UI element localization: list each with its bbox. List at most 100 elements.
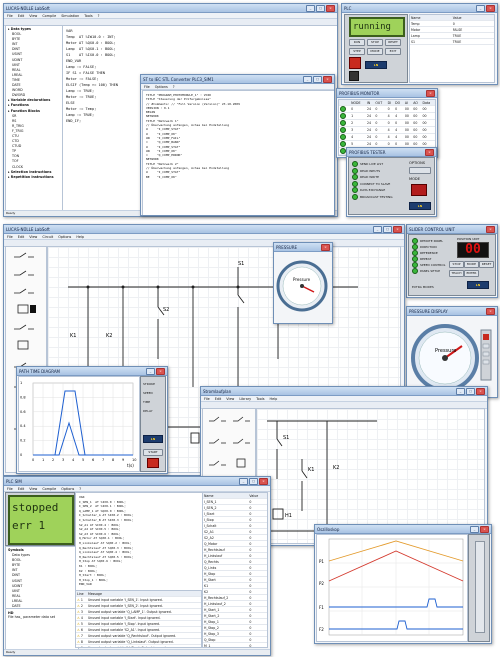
menu-item-library[interactable]: Library [239, 397, 251, 401]
exit-button[interactable]: EXIT [385, 48, 401, 55]
var-declaration-editor[interactable]: VAR I_SEN_1 AT %IX0.0 : BOOL; I_SEN_2 AT %… [75, 492, 208, 594]
menu-item-[interactable]: ? [98, 14, 100, 18]
mode-button[interactable]: MODE [367, 48, 383, 55]
tester-option[interactable]: BROADCAST TESTING [352, 193, 404, 201]
menu-item-options[interactable]: Options [61, 487, 74, 491]
menu-item-view[interactable]: View [29, 14, 37, 18]
menu-item-edit[interactable]: Edit [18, 14, 25, 18]
title-bar[interactable]: Stromlaufplan _ □ × [201, 387, 487, 396]
menu-item-file[interactable]: File [7, 14, 13, 18]
stop-button[interactable]: STOP [449, 261, 464, 268]
title-bar[interactable]: PATH TIME DIAGRAM _ × [17, 367, 167, 376]
minimize-icon[interactable]: _ [146, 367, 155, 375]
maximize-icon[interactable]: □ [383, 225, 392, 233]
close-icon[interactable]: × [259, 477, 268, 485]
menu-item-edit[interactable]: Edit [18, 235, 25, 239]
mode-button[interactable]: MODE [464, 261, 479, 268]
window-title: PRESSURE DISPLAY [409, 308, 448, 314]
close-icon[interactable]: × [486, 307, 495, 315]
run-button[interactable]: RUN [349, 39, 365, 46]
table-cell: 00 [403, 105, 413, 113]
title-bar[interactable]: LUCAS-NÜLLE LabSoft _ □ × [4, 225, 404, 234]
node-row[interactable]: 0 24 0 0 0 00 00 00 [339, 105, 435, 113]
menu-item-view[interactable]: View [29, 487, 37, 491]
maximize-icon[interactable]: □ [313, 75, 322, 83]
title-bar[interactable]: PROFIBUS TESTER × [347, 148, 436, 157]
start-button[interactable]: START [143, 449, 163, 456]
minimize-icon[interactable]: _ [456, 387, 465, 395]
menu-item-file[interactable]: File [204, 397, 210, 401]
title-bar[interactable]: PROFIBUS MONITOR × [337, 89, 437, 98]
close-icon[interactable]: × [326, 4, 335, 12]
menu-item-[interactable]: ? [79, 487, 81, 491]
maximize-icon[interactable]: □ [316, 4, 325, 12]
maximize-icon[interactable]: □ [466, 387, 475, 395]
menu-item-edit[interactable]: Edit [215, 397, 222, 401]
power-switch[interactable] [349, 71, 359, 81]
scroll-handle[interactable] [475, 541, 485, 633]
title-bar[interactable]: PLC _ × [342, 4, 497, 13]
menu-item-options[interactable]: Options [155, 85, 168, 89]
title-bar[interactable]: Oszilloskop _ × [315, 525, 491, 534]
minimize-icon[interactable]: _ [239, 477, 248, 485]
minimize-icon[interactable]: _ [373, 225, 382, 233]
menu-item-options[interactable]: Options [58, 235, 71, 239]
enter-button[interactable]: ENTER [464, 270, 479, 277]
menu-item-tools[interactable]: Tools [84, 14, 92, 18]
close-icon[interactable]: × [486, 225, 495, 233]
table-cell: 0 [248, 642, 267, 647]
close-icon[interactable]: × [393, 225, 402, 233]
menu-item-circuit[interactable]: Circuit [42, 235, 53, 239]
options-button[interactable] [409, 167, 431, 174]
stl-output[interactable]: TITLE "PROGRAM_PHOTOMODULE_1" : VOID TITL… [142, 90, 334, 215]
close-icon[interactable]: × [323, 75, 332, 83]
menu-item-help[interactable]: Help [76, 235, 84, 239]
menu-item-simulation[interactable]: Simulation [61, 14, 79, 18]
close-icon[interactable]: × [425, 148, 434, 156]
menu-item-compile[interactable]: Compile [42, 14, 56, 18]
node-row[interactable]: 1 24 0 4 4 00 00 00 [339, 112, 435, 120]
title-bar[interactable]: SLIDER CONTROL UNIT × [407, 225, 497, 234]
table-row[interactable]: S1 TRUE [410, 38, 494, 45]
minimize-icon[interactable]: _ [306, 4, 315, 12]
node-row[interactable]: 3 24 0 4 4 00 00 00 [339, 126, 435, 134]
close-icon[interactable]: × [476, 387, 485, 395]
menu-item-help[interactable]: Help [270, 397, 278, 401]
close-icon[interactable]: × [480, 525, 489, 533]
menu-item-edit[interactable]: Edit [18, 487, 25, 491]
channel-label-f1: F1 [319, 605, 324, 610]
title-bar[interactable]: ST to IEC STL Converter PLC3_SIM1 _ □ × [141, 75, 334, 84]
node-row[interactable]: 2 24 0 0 0 00 00 00 [339, 119, 435, 127]
menu-item-file[interactable]: File [7, 487, 13, 491]
title-bar[interactable]: LUCAS-NÜLLE LabSoft _ □ × [4, 4, 337, 13]
reset-button[interactable]: RESET [479, 261, 494, 268]
minimize-icon[interactable]: _ [303, 75, 312, 83]
close-icon[interactable]: × [486, 4, 495, 12]
close-icon[interactable]: × [156, 367, 165, 375]
tree-group[interactable]: ▸ Repetition instructions [8, 175, 63, 180]
option-label: SEND LIVE LIST [360, 162, 384, 166]
menu-item-compile[interactable]: Compile [42, 487, 56, 491]
close-icon[interactable]: × [321, 243, 330, 251]
title-bar[interactable]: PRESSURE × [274, 243, 332, 252]
message-row[interactable]: ⚠ 9 Unused output variable 'H_Stop'. Outp… [76, 644, 201, 647]
maximize-icon[interactable]: □ [249, 477, 258, 485]
menu-item-tools[interactable]: Tools [256, 397, 264, 401]
node-row[interactable]: 4 24 0 4 4 00 00 00 [339, 133, 435, 141]
minimize-icon[interactable]: _ [470, 525, 479, 533]
menu-item-file[interactable]: File [144, 85, 150, 89]
stop-button[interactable]: STOP [367, 39, 383, 46]
menu-item-view[interactable]: View [226, 397, 234, 401]
menu-item-[interactable]: ? [173, 85, 175, 89]
close-icon[interactable]: × [426, 89, 435, 97]
step-button[interactable]: STEP [349, 48, 365, 55]
slider-option[interactable]: PANEL SETUP [412, 268, 446, 274]
menu-item-view[interactable]: View [29, 235, 37, 239]
title-bar[interactable]: PRESSURE DISPLAY × [407, 307, 497, 316]
title-bar[interactable]: PLC SIM _ □ × [4, 477, 270, 486]
menu-item-file[interactable]: File [7, 235, 13, 239]
reset-button[interactable]: RESET [385, 39, 401, 46]
teach-button[interactable]: TEACH [449, 270, 464, 277]
minimize-icon[interactable]: _ [476, 4, 485, 12]
variable-row[interactable]: M_1 0 [203, 642, 267, 647]
